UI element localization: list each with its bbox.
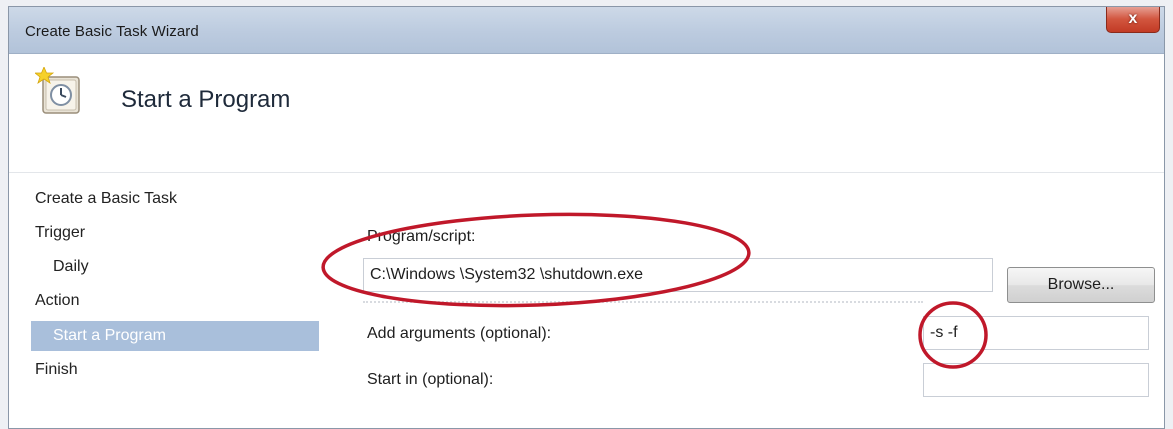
task-scheduler-clock-icon [35, 67, 80, 114]
wizard-window: Create Basic Task Wizard x Start a Progr… [8, 6, 1165, 429]
close-button[interactable]: x [1106, 7, 1160, 33]
nav-item-daily[interactable]: Daily [53, 258, 89, 276]
wizard-steps-nav: Create a Basic Task Trigger Daily Action… [9, 173, 327, 428]
browse-button[interactable]: Browse... [1007, 267, 1155, 303]
program-script-input[interactable] [363, 258, 993, 292]
wizard-header: Start a Program [9, 54, 1164, 172]
program-script-label: Program/script: [367, 228, 476, 245]
start-in-label: Start in (optional): [367, 371, 494, 388]
close-icon: x [1128, 10, 1138, 27]
separator-dots [363, 301, 923, 305]
nav-item-create-basic-task[interactable]: Create a Basic Task [35, 190, 177, 208]
nav-item-action[interactable]: Action [35, 292, 79, 310]
window-title: Create Basic Task Wizard [25, 23, 199, 40]
add-arguments-label: Add arguments (optional): [367, 325, 552, 342]
start-in-input[interactable] [923, 363, 1149, 397]
add-arguments-input[interactable] [923, 316, 1149, 350]
nav-item-finish[interactable]: Finish [35, 361, 78, 379]
nav-item-trigger[interactable]: Trigger [35, 224, 85, 242]
action-settings-panel: Program/script: Browse... Add arguments … [327, 173, 1164, 428]
page-title: Start a Program [121, 86, 291, 113]
nav-item-start-a-program[interactable]: Start a Program [31, 321, 319, 351]
title-bar: Create Basic Task Wizard x [9, 7, 1164, 54]
